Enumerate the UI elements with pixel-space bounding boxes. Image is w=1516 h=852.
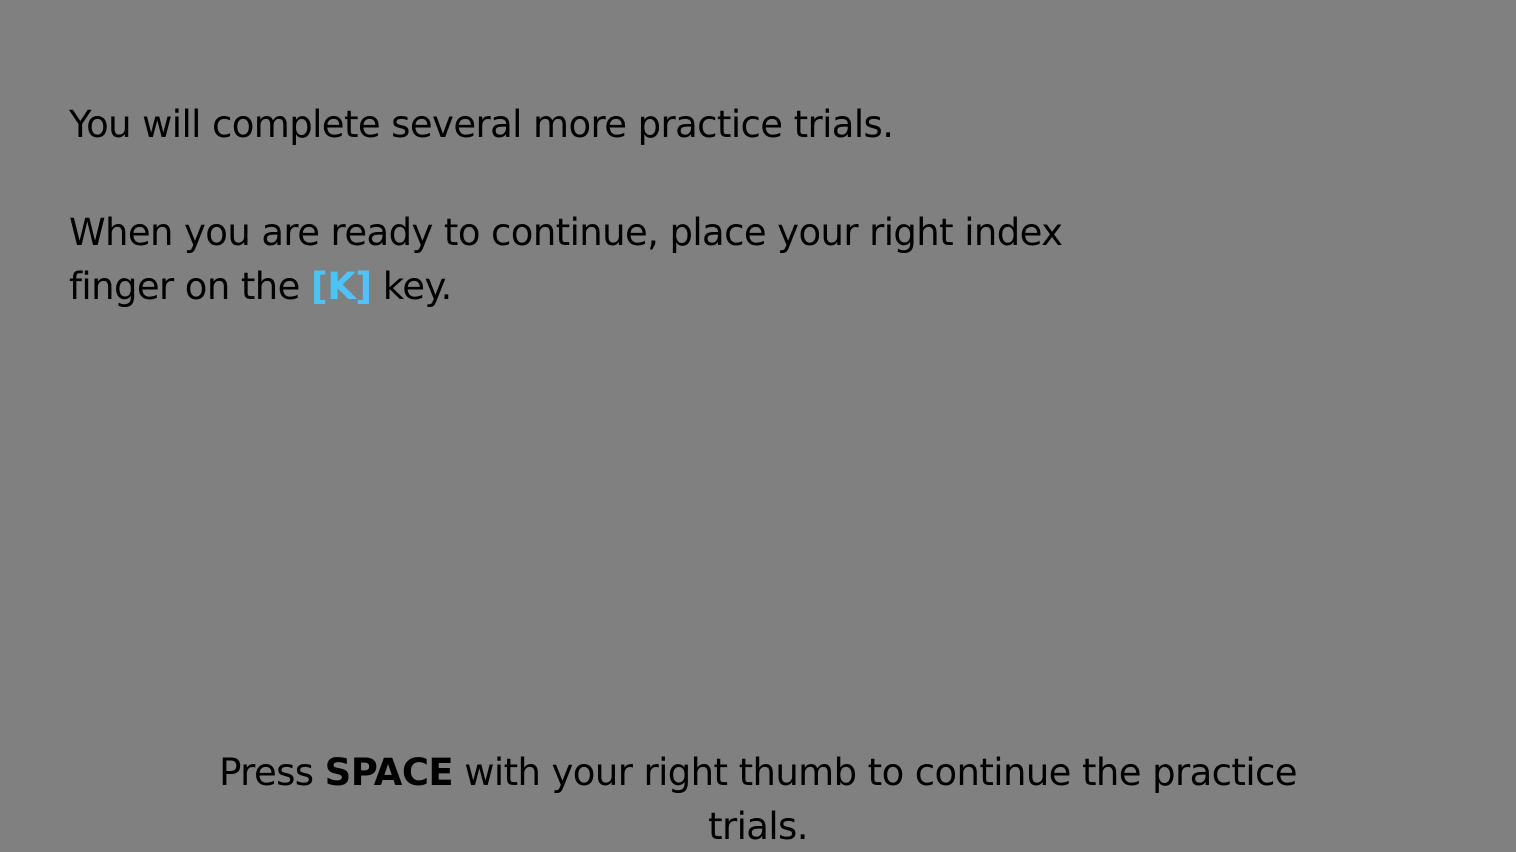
space-key-label: SPACE [324, 751, 454, 794]
continue-prompt-text: Press SPACE with your right thumb to con… [180, 746, 1336, 852]
instruction-text-before-key: When you are ready to continue, place yo… [69, 211, 1063, 308]
continue-prompt-before: Press [219, 751, 314, 794]
instructions-block: You will complete several more practice … [69, 98, 1149, 314]
instruction-line-1: You will complete several more practice … [69, 98, 1149, 152]
key-k-label: [K] [310, 265, 372, 308]
continue-prompt: Press SPACE with your right thumb to con… [180, 746, 1336, 852]
continue-prompt-after: with your right thumb to continue the pr… [464, 751, 1297, 848]
instruction-text-after-key: key. [382, 265, 452, 308]
instruction-line-2: When you are ready to continue, place yo… [69, 206, 1149, 314]
instruction-text: You will complete several more practice … [69, 103, 894, 146]
